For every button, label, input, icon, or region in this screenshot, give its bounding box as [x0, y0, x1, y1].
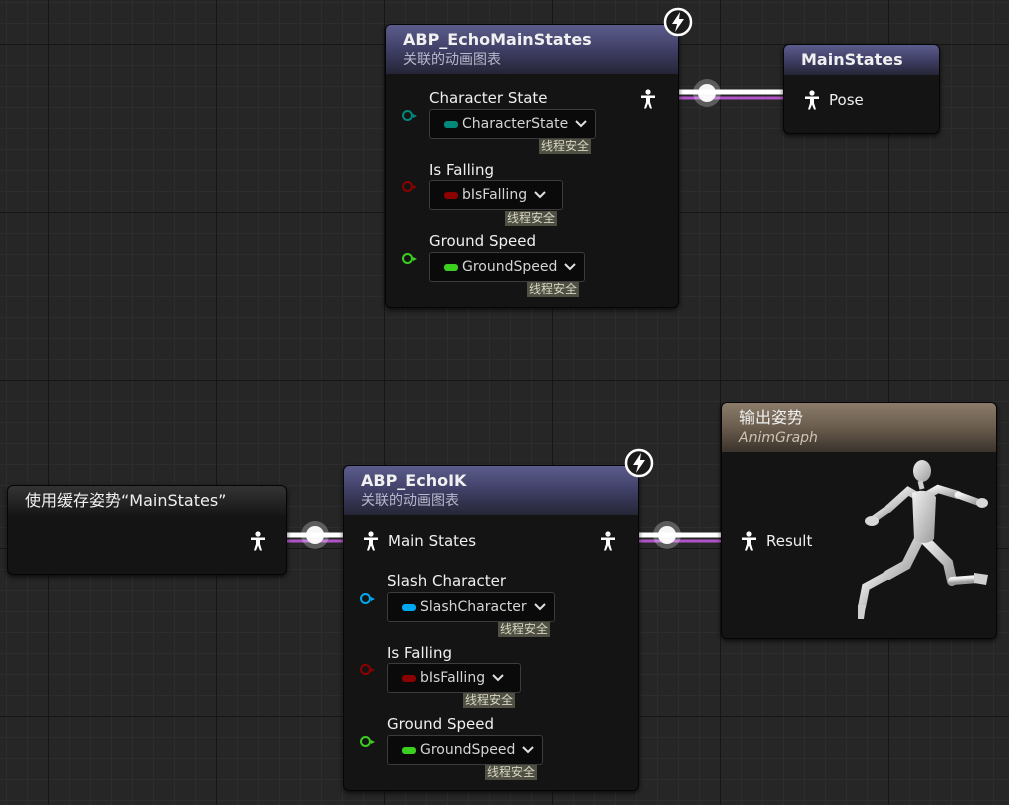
state-machine-node-main-states[interactable]: MainStates Pose	[783, 44, 940, 134]
chevron-down-icon	[564, 263, 577, 271]
is-falling-dropdown[interactable]: bIsFalling	[429, 180, 563, 210]
main-states-pin-label: Main States	[388, 532, 477, 550]
output-pose-node[interactable]: 输出姿势 AnimGraph Result	[721, 402, 997, 639]
wire-main-states-to-pose[interactable]	[662, 79, 801, 107]
node-header[interactable]: ABP_EchoMainStates 关联的动画图表	[386, 25, 678, 74]
ground-speed-label: Ground Speed	[387, 715, 494, 733]
ground-speed-pin[interactable]	[360, 736, 375, 747]
thread-safe-badge: 线程安全	[498, 622, 551, 637]
result-pin-label: Result	[766, 532, 813, 550]
node-subtitle: 关联的动画图表	[403, 52, 501, 68]
node-title: ABP_EchoMainStates	[403, 30, 592, 49]
character-state-value: CharacterState	[462, 116, 569, 132]
node-title: ABP_EchoIK	[361, 471, 467, 490]
chevron-down-icon	[575, 120, 587, 128]
node-subtitle: 关联的动画图表	[361, 493, 459, 509]
is-falling-value: bIsFalling	[462, 187, 528, 203]
character-state-label: Character State	[429, 89, 548, 107]
ground-speed-dropdown[interactable]: GroundSpeed	[429, 252, 585, 282]
pose-output-pin-icon[interactable]	[640, 89, 656, 109]
enum-swatch	[444, 120, 458, 128]
slash-character-pin[interactable]	[360, 593, 375, 604]
chevron-down-icon	[522, 746, 535, 754]
node-title: MainStates	[801, 50, 903, 69]
slash-character-label: Slash Character	[387, 572, 507, 590]
is-falling-value: bIsFalling	[420, 670, 486, 686]
character-state-dropdown[interactable]: CharacterState	[429, 109, 596, 139]
chevron-down-icon	[534, 191, 546, 199]
bool-swatch	[402, 674, 416, 682]
chevron-down-icon	[492, 674, 504, 682]
linked-anim-graph-node-echo-main-states[interactable]: ABP_EchoMainStates 关联的动画图表 Character Sta…	[385, 24, 679, 308]
is-falling-label: Is Falling	[429, 161, 494, 179]
node-subtitle: AnimGraph	[739, 430, 818, 446]
pose-output-pin-icon[interactable]	[250, 531, 266, 551]
slash-character-value: SlashCharacter	[420, 599, 527, 615]
node-header[interactable]: MainStates	[784, 45, 939, 75]
mannequin-icon	[858, 460, 988, 619]
float-swatch	[444, 263, 458, 271]
pose-pin-label: Pose	[829, 91, 864, 109]
pose-input-pin-icon[interactable]	[804, 90, 820, 110]
node-header[interactable]: 使用缓存姿势“MainStates”	[8, 486, 286, 516]
object-swatch	[402, 603, 416, 611]
is-falling-pin[interactable]	[402, 181, 417, 192]
is-falling-pin[interactable]	[360, 664, 375, 675]
result-input-pin-icon[interactable]	[741, 531, 757, 551]
ground-speed-value: GroundSpeed	[462, 259, 558, 275]
lightning-bolt-icon	[624, 448, 654, 478]
node-header[interactable]: ABP_EchoIK 关联的动画图表	[344, 466, 638, 515]
chevron-down-icon	[533, 603, 546, 611]
thread-safe-badge: 线程安全	[527, 282, 580, 297]
character-state-pin[interactable]	[402, 110, 417, 121]
float-swatch	[402, 746, 416, 754]
lightning-bolt-icon	[663, 7, 693, 37]
slash-character-dropdown[interactable]: SlashCharacter	[387, 592, 555, 622]
ground-speed-value: GroundSpeed	[420, 742, 516, 758]
ground-speed-label: Ground Speed	[429, 232, 536, 250]
bool-swatch	[444, 191, 458, 199]
ground-speed-pin[interactable]	[402, 253, 417, 264]
thread-safe-badge: 线程安全	[485, 765, 538, 780]
ground-speed-dropdown[interactable]: GroundSpeed	[387, 735, 543, 765]
thread-safe-badge: 线程安全	[505, 211, 558, 226]
main-states-input-pin-icon[interactable]	[363, 531, 379, 551]
linked-anim-graph-node-echo-ik[interactable]: ABP_EchoIK 关联的动画图表 Main States Slash Cha…	[343, 465, 639, 791]
node-title: 输出姿势	[739, 408, 804, 427]
use-cached-pose-node[interactable]: 使用缓存姿势“MainStates”	[7, 485, 287, 575]
is-falling-label: Is Falling	[387, 644, 452, 662]
thread-safe-badge: 线程安全	[539, 139, 592, 154]
pose-output-pin-icon[interactable]	[600, 531, 616, 551]
node-header[interactable]: 输出姿势 AnimGraph	[722, 403, 996, 452]
is-falling-dropdown[interactable]: bIsFalling	[387, 663, 521, 693]
node-title: 使用缓存姿势“MainStates”	[25, 491, 227, 510]
thread-safe-badge: 线程安全	[463, 693, 516, 708]
